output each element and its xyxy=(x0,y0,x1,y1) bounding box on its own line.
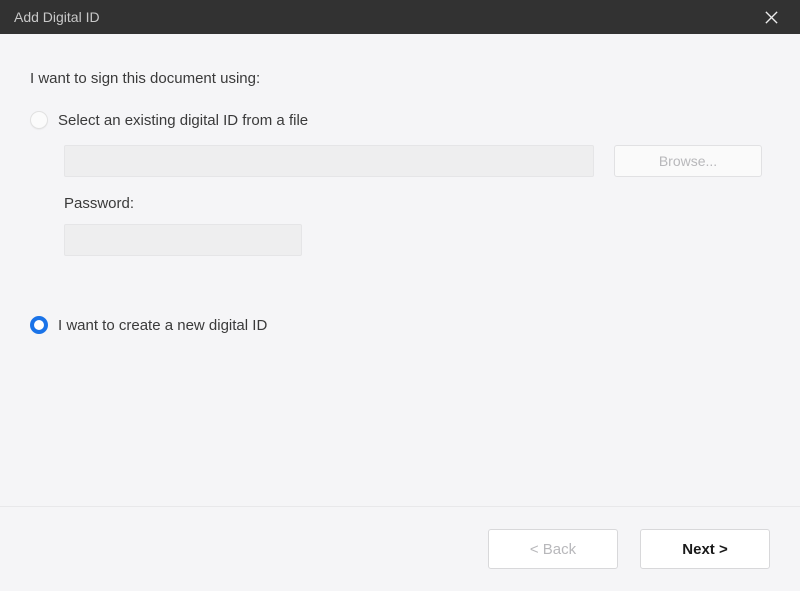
option-existing-id[interactable]: Select an existing digital ID from a fil… xyxy=(30,111,770,129)
option-create-new-id-label: I want to create a new digital ID xyxy=(58,317,267,334)
browse-button[interactable]: Browse... xyxy=(614,145,762,177)
radio-selected-icon[interactable] xyxy=(30,316,48,334)
file-path-input[interactable] xyxy=(64,145,594,177)
back-button[interactable]: < Back xyxy=(488,529,618,569)
dialog-footer: < Back Next > xyxy=(0,506,800,591)
dialog-content: I want to sign this document using: Sele… xyxy=(0,34,800,506)
intro-text: I want to sign this document using: xyxy=(30,70,770,87)
titlebar: Add Digital ID xyxy=(0,0,800,34)
password-label: Password: xyxy=(64,195,770,212)
file-row: Browse... xyxy=(64,145,770,177)
password-input[interactable] xyxy=(64,224,302,256)
close-icon xyxy=(764,10,779,25)
close-button[interactable] xyxy=(756,2,786,32)
window-title: Add Digital ID xyxy=(14,9,100,25)
next-button[interactable]: Next > xyxy=(640,529,770,569)
option-existing-id-label: Select an existing digital ID from a fil… xyxy=(58,112,308,129)
option-create-new-id[interactable]: I want to create a new digital ID xyxy=(30,316,770,334)
radio-unselected-icon[interactable] xyxy=(30,111,48,129)
